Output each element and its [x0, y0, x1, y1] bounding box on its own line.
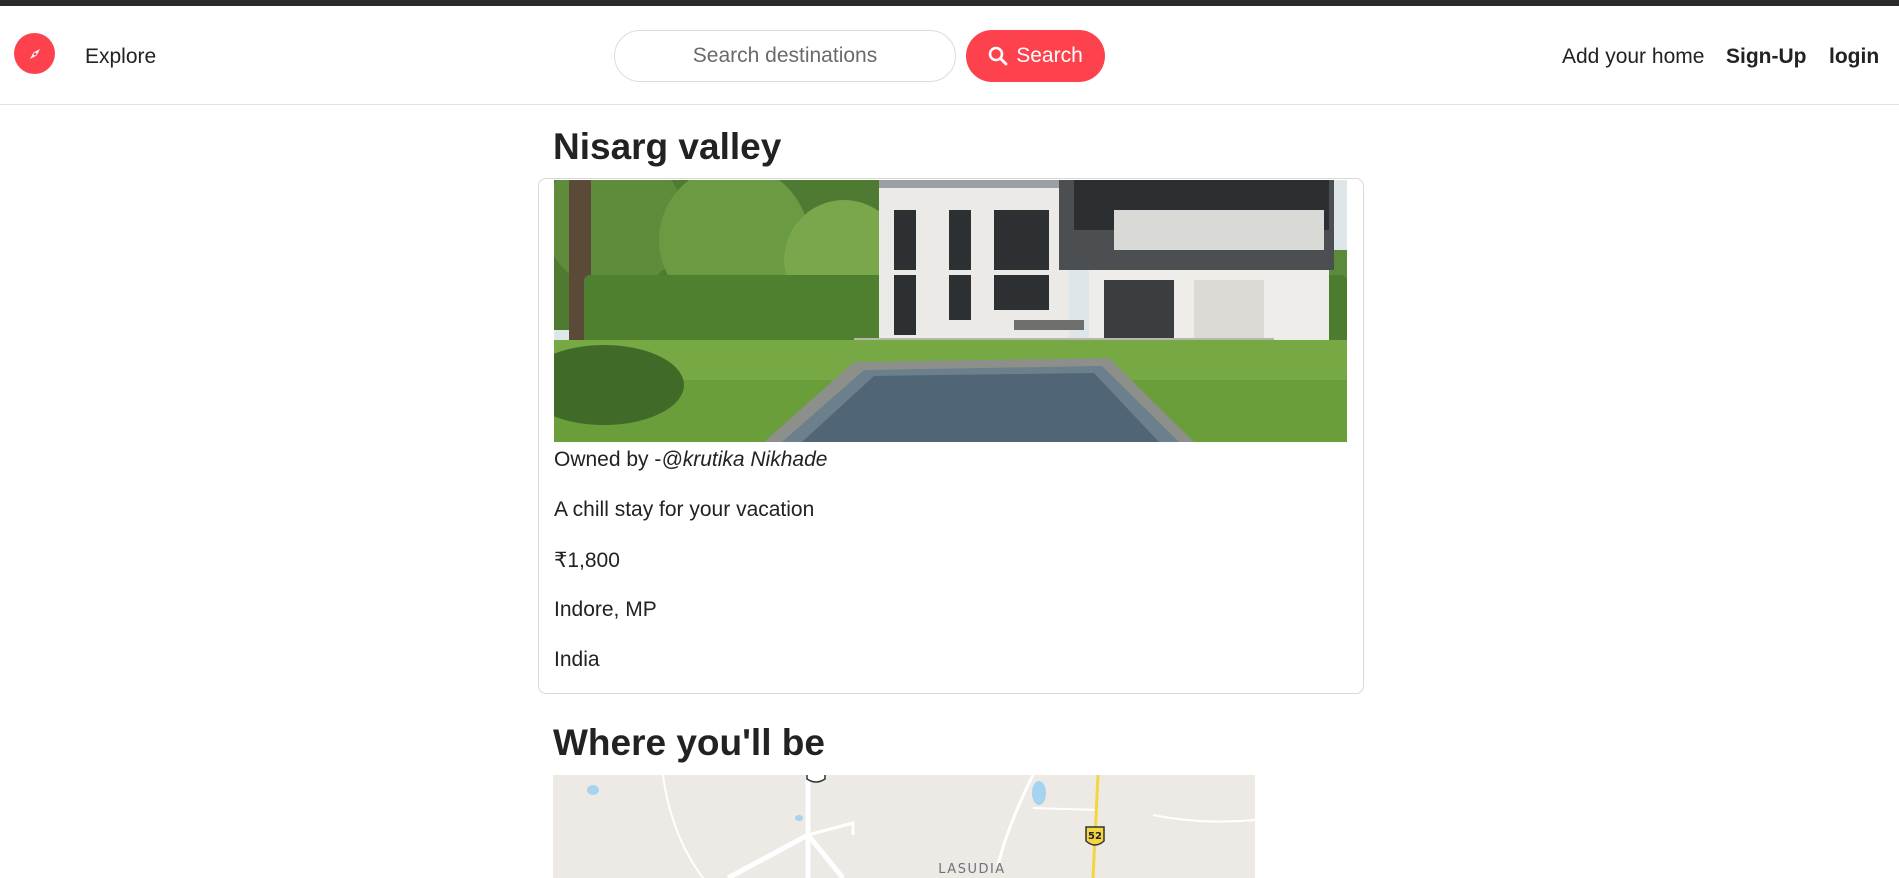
listing-price: ₹1,800	[554, 549, 620, 572]
map-section-title: Where you'll be	[553, 722, 825, 763]
road-shield-icon	[806, 775, 826, 783]
search-icon	[988, 46, 1008, 66]
search-button[interactable]: Search	[966, 30, 1105, 82]
explore-link[interactable]: Explore	[85, 45, 156, 69]
listing-description: A chill stay for your vacation	[554, 498, 815, 521]
signup-link[interactable]: Sign-Up	[1726, 45, 1806, 69]
listing-country: India	[554, 648, 600, 671]
listing-location: Indore, MP	[554, 598, 657, 621]
add-your-home-link[interactable]: Add your home	[1562, 45, 1704, 69]
map[interactable]: 52 LASUDIA	[553, 775, 1255, 878]
search-button-label: Search	[1016, 44, 1083, 67]
map-place-label: LASUDIA	[938, 862, 1005, 877]
owner-name: @krutika Nikhade	[661, 448, 828, 471]
owner-prefix: Owned by -	[554, 448, 662, 471]
login-link[interactable]: login	[1829, 45, 1879, 69]
owner-line: Owned by -@krutika Nikhade	[554, 448, 827, 472]
listing-title: Nisarg valley	[553, 126, 782, 167]
listing-card: Owned by -@krutika Nikhade A chill stay …	[538, 178, 1364, 694]
search-input[interactable]	[614, 30, 956, 82]
listing-image	[554, 180, 1347, 442]
road-shield-icon: 52	[1085, 826, 1105, 846]
road-shield-label-52: 52	[1088, 831, 1102, 842]
compass-icon[interactable]	[14, 33, 55, 74]
navbar: Explore Search Add your home Sign-Up log…	[0, 6, 1899, 105]
